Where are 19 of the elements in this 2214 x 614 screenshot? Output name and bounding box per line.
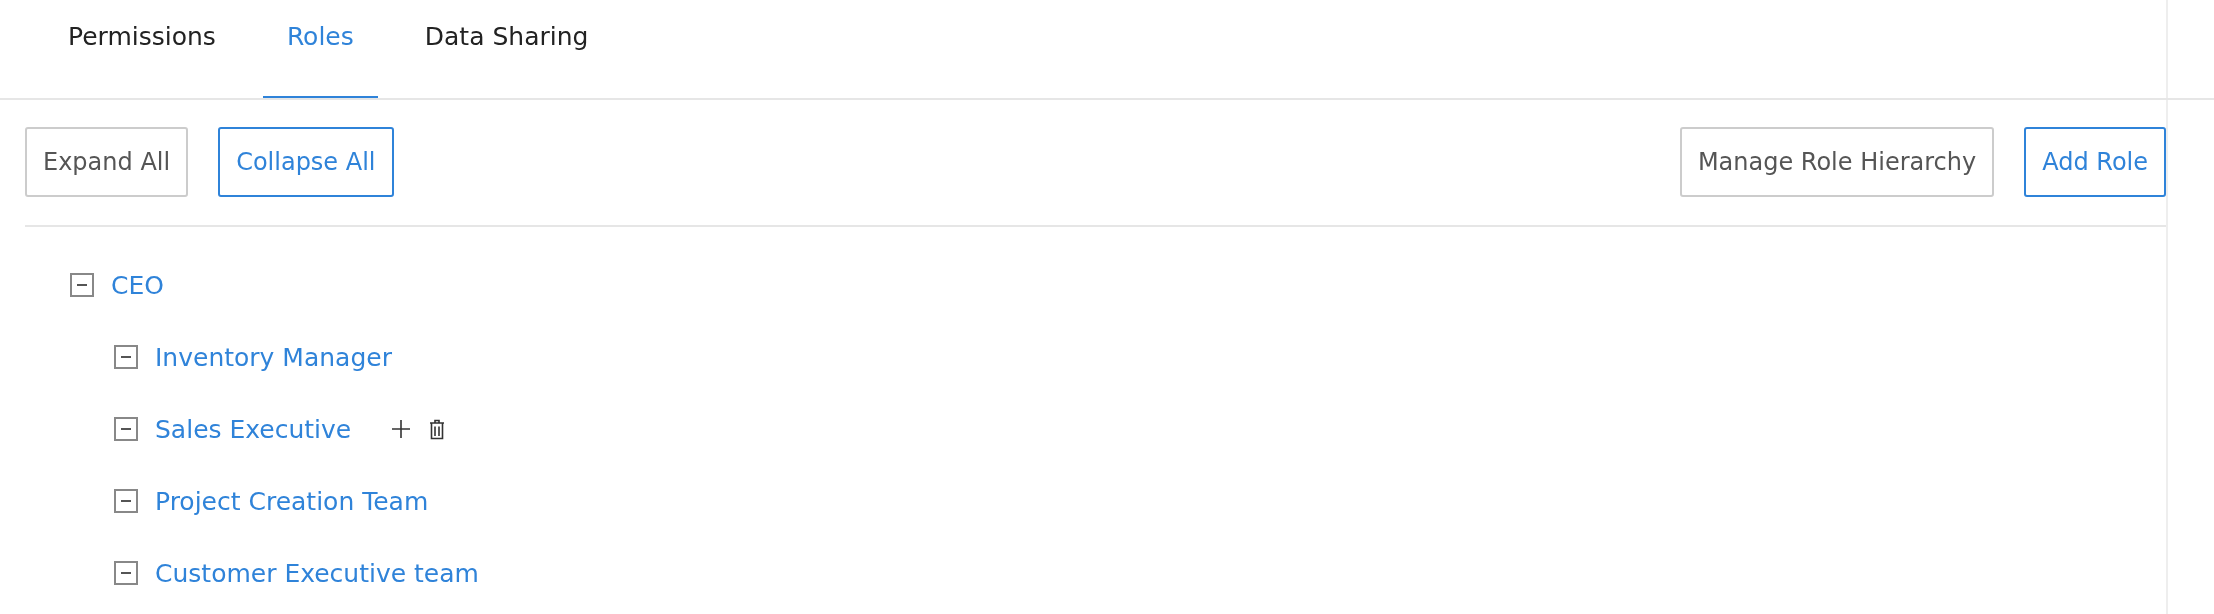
tab[interactable]: Permissions (44, 0, 240, 98)
role-link[interactable]: Inventory Manager (155, 342, 392, 372)
toolbar-button[interactable]: Expand All (25, 127, 189, 197)
collapse-icon[interactable] (114, 489, 138, 513)
role-link[interactable]: CEO (111, 270, 164, 300)
role-link[interactable]: Sales Executive (155, 414, 352, 444)
toolbar-button[interactable]: Manage Role Hierarchy (1679, 127, 1995, 197)
toolbar-button[interactable]: Collapse All (218, 127, 394, 197)
role-link[interactable]: Customer Executive team (155, 558, 479, 588)
toolbar-button[interactable]: Add Role (2024, 127, 2166, 197)
collapse-icon[interactable] (114, 417, 138, 441)
collapse-icon[interactable] (114, 345, 138, 369)
collapse-icon[interactable] (70, 273, 94, 297)
trash-icon[interactable] (429, 418, 446, 440)
add-icon[interactable] (391, 419, 412, 439)
tab[interactable]: Roles (262, 0, 378, 98)
role-link[interactable]: Project Creation Team (155, 486, 429, 516)
tab[interactable]: Data Sharing (400, 0, 613, 98)
collapse-icon[interactable] (114, 561, 138, 585)
